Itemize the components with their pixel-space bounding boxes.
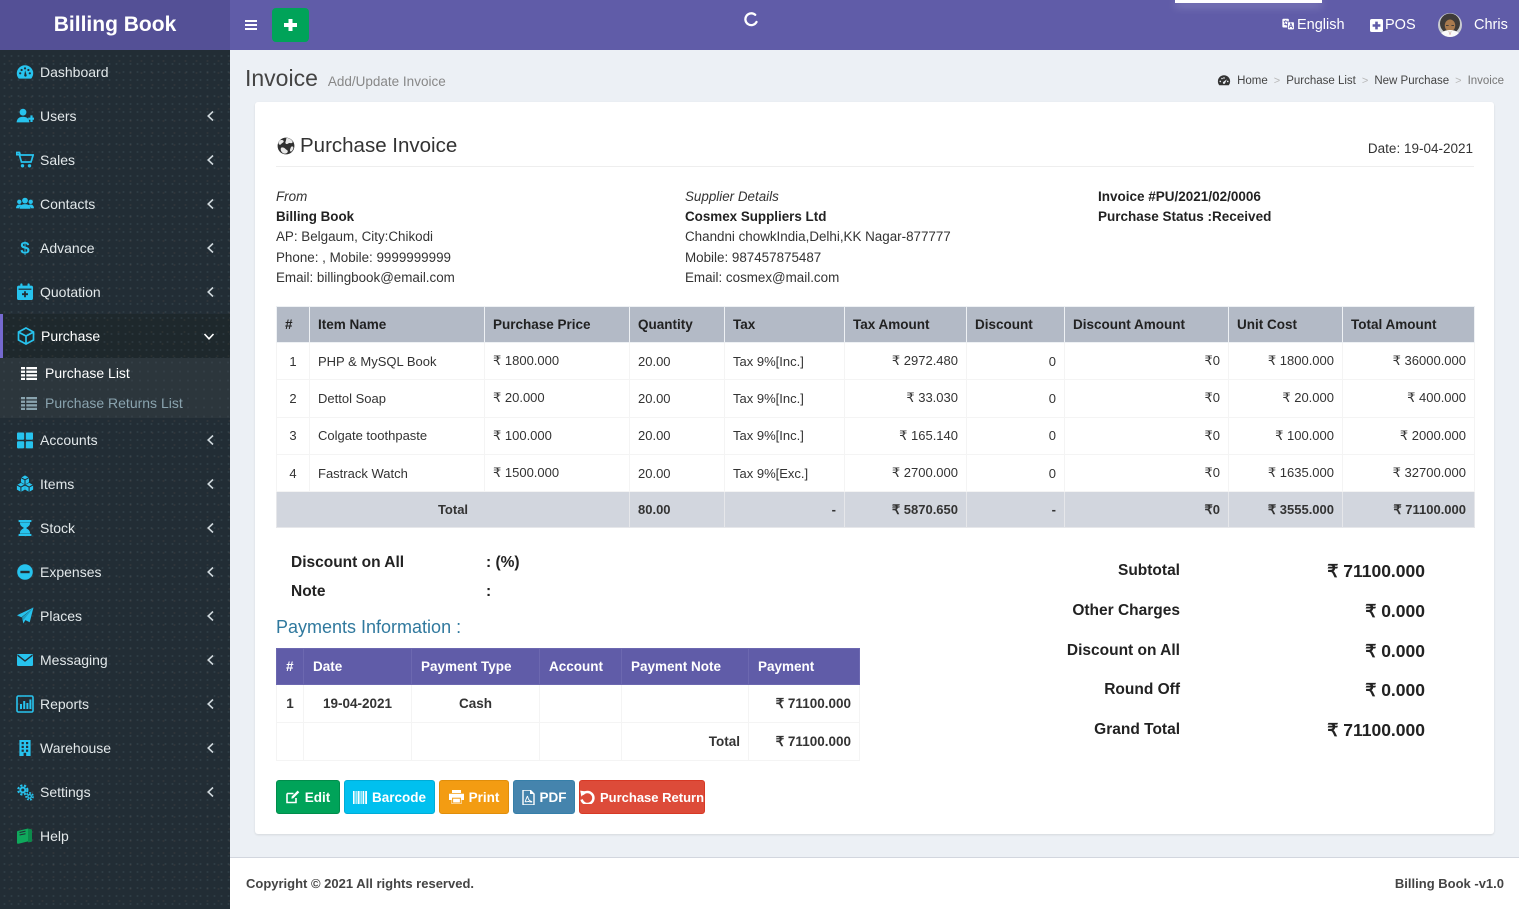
svg-text:$: $ <box>20 239 30 257</box>
